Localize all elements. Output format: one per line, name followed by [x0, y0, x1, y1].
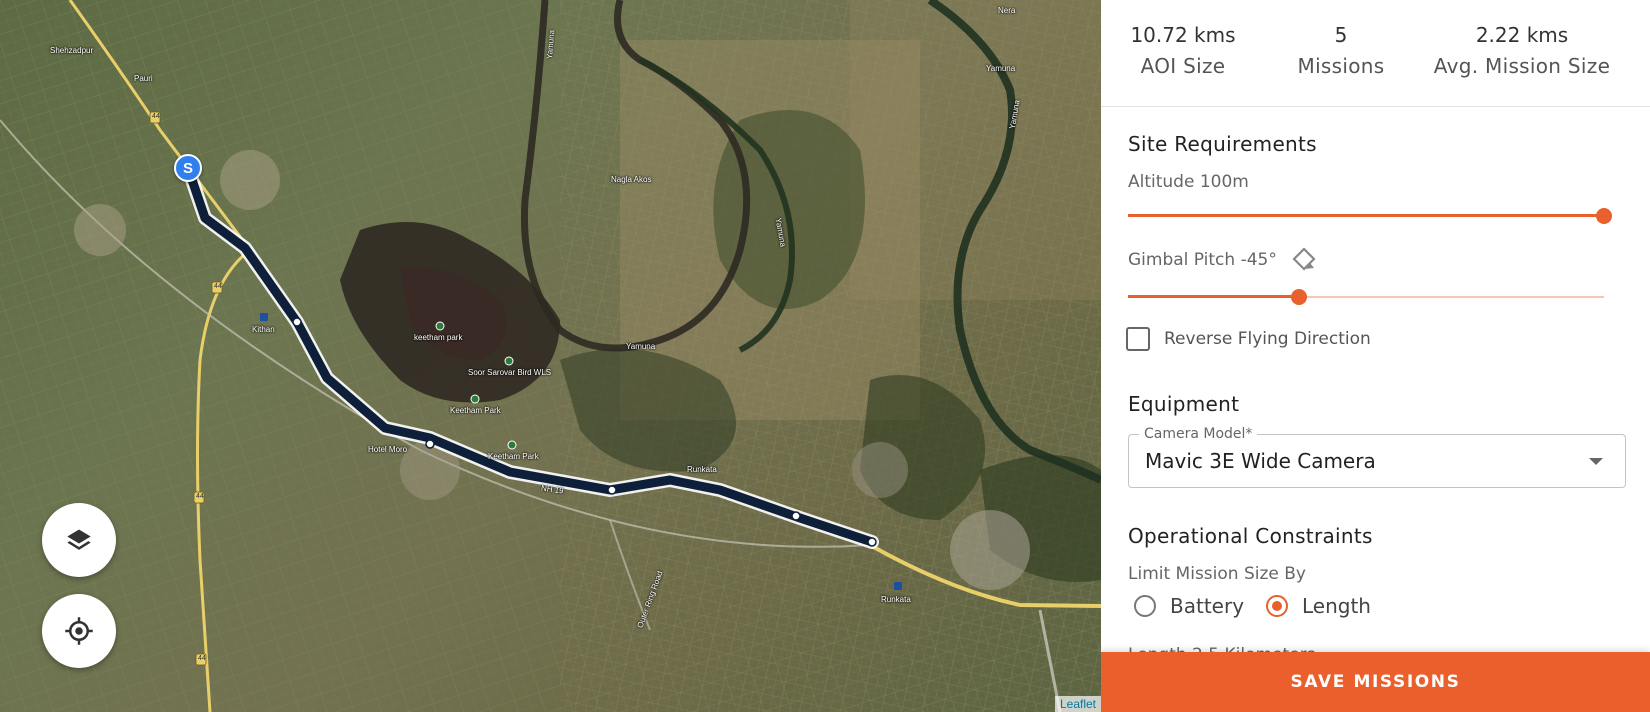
camera-model-value: Mavic 3E Wide Camera: [1145, 449, 1376, 473]
place-label: Pauri: [134, 74, 153, 83]
place-label: Soor Sarovar Bird WLS: [468, 368, 552, 377]
radio-button[interactable]: [1134, 595, 1156, 617]
highway-shield: 44: [214, 283, 222, 290]
slider-track: [1128, 214, 1604, 217]
stat-value: 10.72 kms: [1130, 23, 1236, 47]
place-label: Keetham Park: [450, 406, 501, 415]
highway-shield: 44: [196, 493, 204, 500]
place-label: Yamuna: [626, 342, 656, 351]
drone-rotate-icon[interactable]: [1290, 246, 1318, 278]
place-label: keetham park: [414, 333, 463, 342]
stat-avg-mission: 2.22 kms Avg. Mission Size: [1417, 20, 1627, 82]
altitude-label: Altitude 100m: [1128, 172, 1249, 192]
start-marker-label: S: [182, 159, 193, 177]
save-missions-button[interactable]: SAVE MISSIONS: [1101, 652, 1650, 712]
map-attribution[interactable]: Leaflet: [1054, 696, 1101, 712]
chevron-down-icon[interactable]: [1589, 458, 1603, 465]
place-label: Yamuna: [986, 64, 1016, 73]
place-label: Keetham Park: [488, 452, 539, 461]
mission-settings-panel: 10.72 kms AOI Size 5 Missions 2.22 kms A…: [1101, 0, 1650, 712]
stats-bar: 10.72 kms AOI Size 5 Missions 2.22 kms A…: [1101, 0, 1650, 107]
slider-thumb[interactable]: [1596, 208, 1612, 224]
place-label: Kithan: [252, 325, 275, 334]
limit-mission-size-label: Limit Mission Size By: [1128, 564, 1306, 584]
layers-button[interactable]: [42, 503, 116, 577]
map-view[interactable]: Shehzadpur Pauri Kithan keetham park Soo…: [0, 0, 1101, 712]
radio-label: Battery: [1170, 594, 1245, 618]
stat-label: AOI Size: [1140, 54, 1226, 78]
stat-missions: 5 Missions: [1265, 20, 1417, 82]
place-label: Nera: [998, 6, 1016, 15]
stat-aoi: 10.72 kms AOI Size: [1101, 20, 1265, 82]
radio-length[interactable]: Length: [1266, 594, 1371, 618]
place-label: Runkata: [881, 595, 911, 604]
stat-label: Avg. Mission Size: [1433, 54, 1611, 78]
start-marker[interactable]: S: [174, 154, 202, 182]
place-label: Nagla Akos: [611, 175, 652, 184]
reverse-direction-checkbox[interactable]: Reverse Flying Direction: [1126, 327, 1371, 351]
highway-shield: 44: [152, 113, 160, 120]
stat-label: Missions: [1297, 54, 1385, 78]
radio-battery[interactable]: Battery: [1134, 594, 1244, 618]
gimbal-pitch-slider[interactable]: [1128, 287, 1604, 307]
altitude-slider[interactable]: [1128, 206, 1612, 226]
slider-track: [1128, 295, 1300, 298]
radio-button[interactable]: [1266, 595, 1288, 617]
equipment-title: Equipment: [1128, 392, 1240, 416]
radio-label: Length: [1302, 594, 1371, 618]
gimbal-pitch-label: Gimbal Pitch -45°: [1128, 250, 1277, 270]
place-label: Shehzadpur: [50, 46, 94, 55]
camera-model-legend: Camera Model*: [1139, 426, 1258, 442]
checkbox-label: Reverse Flying Direction: [1164, 329, 1371, 349]
place-label: Hotel Moro: [368, 445, 408, 454]
highway-shield: 44: [198, 655, 206, 662]
operational-constraints-title: Operational Constraints: [1128, 524, 1373, 548]
site-requirements-title: Site Requirements: [1128, 132, 1317, 156]
crosshair-icon: [64, 616, 94, 646]
satellite-imagery: [0, 0, 1101, 712]
checkbox-box[interactable]: [1126, 327, 1150, 351]
place-label: Runkata: [687, 465, 717, 474]
stat-value: 2.22 kms: [1475, 23, 1569, 47]
stat-value: 5: [1334, 23, 1348, 47]
slider-thumb[interactable]: [1291, 289, 1308, 305]
locate-button[interactable]: [42, 594, 116, 668]
layers-icon: [65, 526, 93, 554]
camera-model-select[interactable]: Camera Model* Mavic 3E Wide Camera: [1128, 426, 1626, 488]
